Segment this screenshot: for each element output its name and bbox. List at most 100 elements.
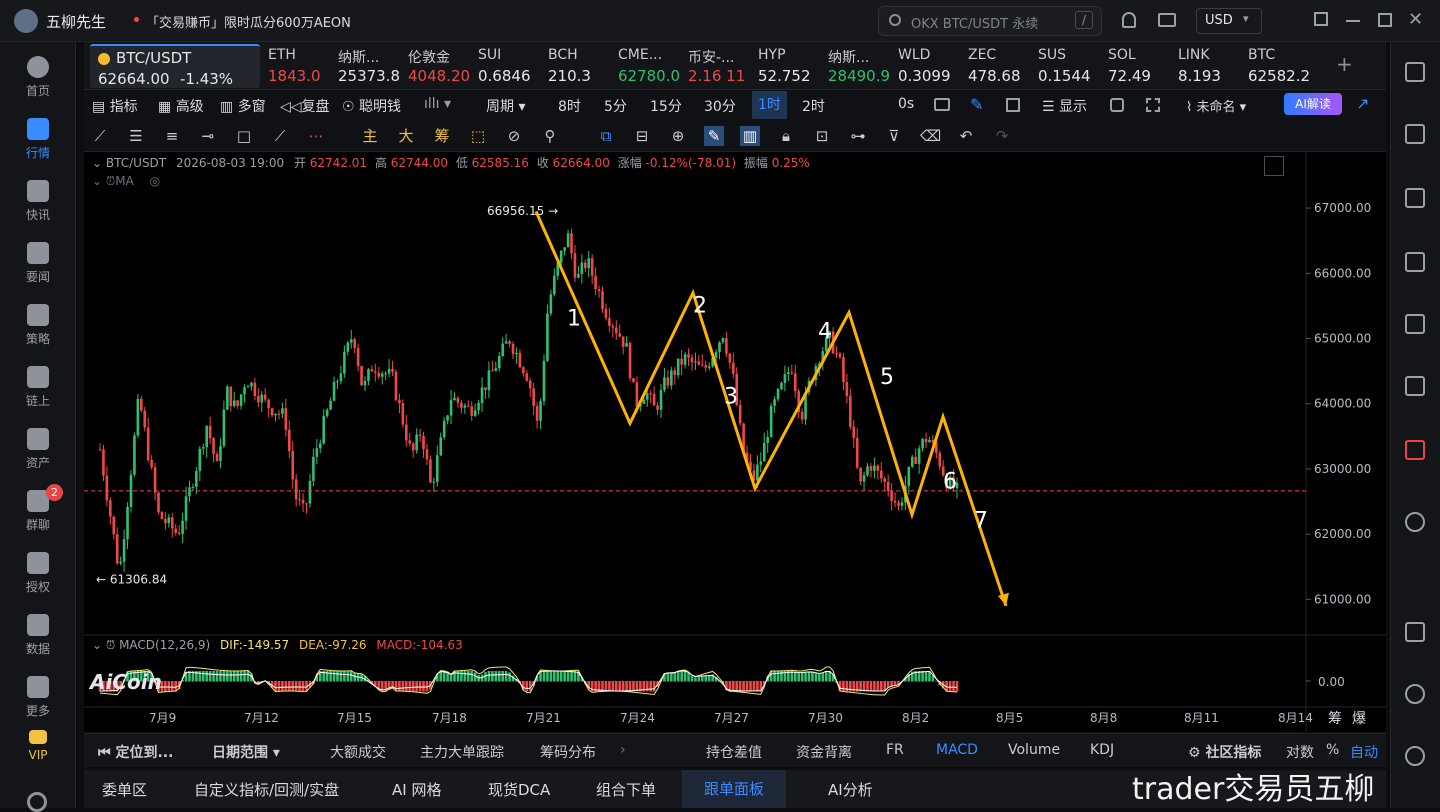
tab-main-orders[interactable]: 主力大单跟踪: [420, 742, 504, 762]
period-5m[interactable]: 5分: [604, 96, 627, 116]
nav-more[interactable]: 更多: [0, 670, 76, 728]
ticker-item[interactable]: BTC 62582.2: [1248, 42, 1316, 90]
tab-volume[interactable]: Volume: [1008, 742, 1060, 758]
etf-icon[interactable]: [1405, 376, 1425, 396]
eye-hidden-icon[interactable]: ◎: [150, 174, 160, 188]
chips-toggle[interactable]: 筹: [432, 126, 452, 146]
add-ticker-icon[interactable]: +: [1336, 52, 1353, 76]
period-1h[interactable]: 1时: [752, 91, 787, 119]
ruler-tool-icon[interactable]: ⊟: [632, 126, 652, 146]
bot-icon[interactable]: [1405, 440, 1425, 460]
big-order-toggle[interactable]: 大: [396, 126, 416, 146]
ticker-item[interactable]: 纳斯... 28490.9: [828, 42, 896, 90]
period-2h[interactable]: 2时: [802, 96, 825, 116]
tab-ai-analysis[interactable]: AI分析: [828, 779, 873, 800]
ticker-item[interactable]: SUS 0.1544: [1038, 42, 1106, 90]
layout-icon[interactable]: [1405, 622, 1425, 642]
exchange-icon[interactable]: [1405, 512, 1425, 532]
main-force-toggle[interactable]: 主: [360, 126, 380, 146]
fullscreen-icon[interactable]: [1146, 98, 1160, 112]
tab-divergence[interactable]: 资金背离: [796, 742, 852, 762]
indicator-button[interactable]: ▤ 指标: [92, 96, 138, 116]
nav-auth[interactable]: 授权: [0, 546, 76, 604]
tab-ai-grid[interactable]: AI 网格: [392, 779, 441, 800]
chat-bubble-icon[interactable]: [1405, 746, 1425, 766]
collapse-ma-icon[interactable]: ⌄: [92, 174, 106, 188]
redo-icon[interactable]: ↷: [992, 126, 1012, 146]
filter-icon[interactable]: ⊽: [884, 126, 904, 146]
copy-tool-icon[interactable]: ⧉: [596, 126, 616, 146]
currency-select[interactable]: USD ▾: [1196, 8, 1262, 34]
smart-money-button[interactable]: ☉ 聪明钱: [342, 96, 401, 116]
tab-spot-dca[interactable]: 现货DCA: [488, 779, 550, 800]
nav-flash[interactable]: 快讯: [0, 174, 76, 232]
list-icon[interactable]: [1405, 62, 1425, 82]
date-range-dropdown[interactable]: 日期范围 ▾: [212, 742, 280, 762]
maximize-icon[interactable]: [1378, 13, 1392, 27]
ticker-item[interactable]: HYP 52.752: [758, 42, 826, 90]
search-box[interactable]: OKX BTC/USDT 永续 /: [878, 6, 1102, 36]
nav-vip[interactable]: VIP: [0, 726, 76, 784]
mail-icon[interactable]: [1158, 13, 1176, 27]
tab-orders[interactable]: 委单区: [102, 779, 147, 800]
ticker-item[interactable]: BCH 210.3: [548, 42, 616, 90]
nav-groupchat[interactable]: 群聊 2: [0, 484, 76, 542]
lock-icon[interactable]: 🔒︎: [776, 126, 796, 146]
ai-read-button[interactable]: AI解读: [1284, 93, 1342, 115]
chart-type-dropdown[interactable]: ıllı ▾: [424, 96, 451, 112]
ticker-item[interactable]: WLD 0.3099: [898, 42, 966, 90]
parallel-tool-icon[interactable]: ☰: [126, 126, 146, 146]
nav-assets[interactable]: 资产: [0, 422, 76, 480]
period-30m[interactable]: 30分: [704, 96, 736, 116]
ticker-active[interactable]: BTC/USDT 62664.00 -1.43%: [90, 44, 260, 88]
expand-chart-icon[interactable]: [1264, 156, 1284, 176]
dollar-icon[interactable]: [1405, 188, 1425, 208]
fib-tool-icon[interactable]: ≡: [162, 126, 182, 146]
chips-corner-label[interactable]: 筹: [1328, 708, 1342, 728]
log-scale-toggle[interactable]: 对数: [1286, 742, 1314, 762]
marker-tool-icon[interactable]: ⬚: [468, 126, 488, 146]
nav-market[interactable]: 行情: [0, 112, 76, 170]
rect-tool-icon[interactable]: □: [234, 126, 254, 146]
nav-strategy[interactable]: 策略: [0, 298, 76, 356]
nav-headlines[interactable]: 要闻: [0, 236, 76, 294]
ticker-item[interactable]: ETH 1843.0: [268, 42, 336, 90]
link-icon[interactable]: ⊶: [848, 126, 868, 146]
nav-home[interactable]: 首页: [0, 50, 76, 108]
multi-window-button[interactable]: ▥ 多窗: [220, 96, 266, 116]
tab-kdj[interactable]: KDJ: [1090, 742, 1114, 758]
doc-icon[interactable]: [1405, 124, 1425, 144]
template-icon[interactable]: ⊡: [812, 126, 832, 146]
period-15m[interactable]: 15分: [650, 96, 682, 116]
new-window-icon[interactable]: [1006, 98, 1020, 112]
trend-icon[interactable]: [1405, 252, 1425, 272]
tab-large-trades[interactable]: 大额成交: [330, 742, 386, 762]
undo-icon[interactable]: ↶: [956, 126, 976, 146]
chart-area[interactable]: 67000.00 66000.00 65000.00 64000.00 63000.00…: [84, 152, 1386, 732]
display-button[interactable]: ☰ 显示: [1042, 96, 1087, 116]
monitor-icon[interactable]: [1405, 314, 1425, 334]
window-pin-icon[interactable]: [1314, 12, 1328, 26]
nav-data[interactable]: 数据: [0, 608, 76, 666]
tab-combo-order[interactable]: 组合下单: [596, 779, 656, 800]
pattern-tool-icon[interactable]: ⚲: [540, 126, 560, 146]
ticker-item[interactable]: 纳斯... 25373.8: [338, 42, 406, 90]
line-tool-icon[interactable]: ⟋: [90, 126, 110, 146]
more-tools-icon[interactable]: ⋯: [306, 126, 326, 146]
tabs-next-icon[interactable]: ›: [620, 742, 626, 758]
macd-alarm-icon[interactable]: ⏰︎: [106, 638, 115, 652]
advanced-button[interactable]: ▦ 高级: [158, 96, 204, 116]
community-indicator-button[interactable]: ⚙ 社区指标: [1188, 742, 1261, 762]
ticker-item[interactable]: LINK 8.193: [1178, 42, 1246, 90]
collapse-icon[interactable]: ⌄: [92, 156, 106, 170]
bell-icon[interactable]: [1122, 12, 1136, 28]
headset-icon[interactable]: [1405, 684, 1425, 704]
ticker-item[interactable]: ZEC 478.68: [968, 42, 1036, 90]
nav-onchain[interactable]: 链上: [0, 360, 76, 418]
promo-banner[interactable]: 「交易赚币」限时瓜分600万AEON: [146, 12, 351, 31]
layout-name-dropdown[interactable]: ⌇ 未命名 ▾: [1186, 96, 1246, 115]
tab-fr[interactable]: FR: [886, 742, 904, 758]
draw-mode-icon[interactable]: ✎: [704, 126, 724, 146]
search-input[interactable]: OKX BTC/USDT 永续: [911, 13, 1038, 32]
settings-hex-icon[interactable]: [1110, 98, 1124, 112]
